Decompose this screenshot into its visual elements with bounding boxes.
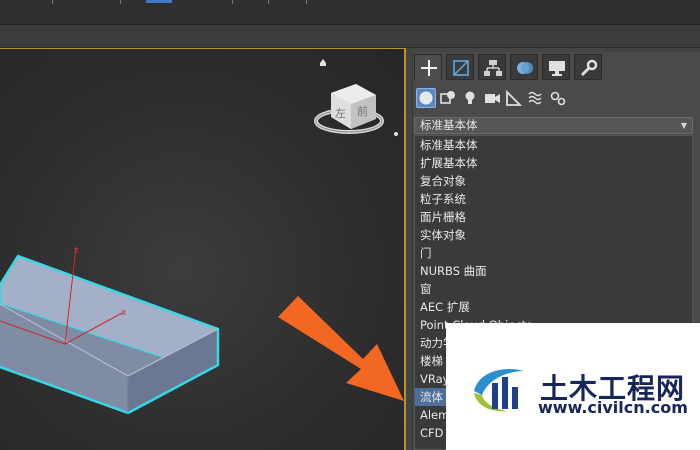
- wave-icon: [528, 91, 542, 105]
- toolbar-divider: [268, 0, 269, 4]
- category-list-item[interactable]: 标准基本体: [415, 136, 692, 154]
- perspective-viewport[interactable]: z x 左 前: [0, 48, 406, 450]
- hierarchy-icon: [484, 60, 502, 76]
- camera-icon: [485, 94, 500, 103]
- gears-icon: [550, 91, 566, 106]
- shapes-category-button[interactable]: [438, 88, 458, 108]
- toolbar-divider: [232, 0, 233, 4]
- plus-icon: [421, 60, 437, 76]
- tab-modify[interactable]: [446, 54, 474, 80]
- tab-utilities[interactable]: [574, 54, 602, 80]
- spacewarps-category-button[interactable]: [526, 88, 546, 108]
- monitor-icon: [549, 61, 565, 76]
- box-object[interactable]: [0, 254, 220, 415]
- helper-ruler-icon: [506, 89, 523, 106]
- chevron-down-icon: ▼: [680, 121, 687, 130]
- viewport-scene: z x 左 前: [0, 59, 404, 415]
- gizmo-z-label: z: [74, 246, 79, 256]
- viewcube[interactable]: 左 前: [314, 59, 398, 136]
- sphere-icon: [419, 91, 433, 105]
- tab-motion[interactable]: [510, 54, 538, 80]
- wrench-icon: [580, 59, 598, 77]
- category-list-item[interactable]: 面片栅格: [415, 208, 692, 226]
- main-toolbar: [0, 0, 700, 25]
- bulb-icon: [465, 91, 475, 104]
- gizmo-x-label: x: [121, 308, 127, 318]
- category-list-item[interactable]: 扩展基本体: [415, 154, 692, 172]
- command-panel-tabs: [414, 54, 694, 80]
- category-list-item[interactable]: 复合对象: [415, 172, 692, 190]
- category-list-item[interactable]: NURBS 曲面: [415, 262, 692, 280]
- category-list-item[interactable]: AEC 扩展: [415, 298, 692, 316]
- systems-category-button[interactable]: [548, 88, 568, 108]
- lights-category-button[interactable]: [460, 88, 480, 108]
- secondary-toolbar: [0, 25, 700, 48]
- orange-arrow-annotation: [278, 296, 404, 401]
- toolbar-divider: [306, 0, 307, 4]
- civilcn-logo-icon: [474, 369, 524, 412]
- motion-icon: [517, 62, 533, 74]
- object-category-dropdown[interactable]: 标准基本体 ▼: [414, 117, 693, 134]
- toolbar-active-indicator: [146, 0, 172, 3]
- category-list-item[interactable]: 窗: [415, 280, 692, 298]
- tab-create[interactable]: [414, 54, 442, 80]
- category-list-item[interactable]: 实体对象: [415, 226, 692, 244]
- toolbar-divider: [52, 0, 53, 4]
- viewcube-face-front[interactable]: 前: [357, 104, 368, 118]
- cameras-category-button[interactable]: [482, 88, 502, 108]
- geometry-category-button[interactable]: [416, 88, 436, 108]
- toolbar-divider: [120, 0, 121, 4]
- create-category-icons: [414, 88, 694, 110]
- home-icon: [320, 59, 326, 66]
- tab-display[interactable]: [542, 54, 570, 80]
- dropdown-value: 标准基本体: [420, 118, 478, 132]
- viewcube-face-left[interactable]: 左: [335, 107, 346, 120]
- watermark-url: www.civilcn.com: [538, 398, 688, 417]
- category-list-item[interactable]: 粒子系统: [415, 190, 692, 208]
- modify-icon: [453, 60, 469, 76]
- category-list-item[interactable]: 门: [415, 244, 692, 262]
- shapes-icon: [440, 91, 455, 104]
- helpers-category-button[interactable]: [504, 88, 524, 108]
- watermark-logo: 土木工程网 www.civilcn.com: [446, 323, 700, 450]
- tab-hierarchy[interactable]: [478, 54, 506, 80]
